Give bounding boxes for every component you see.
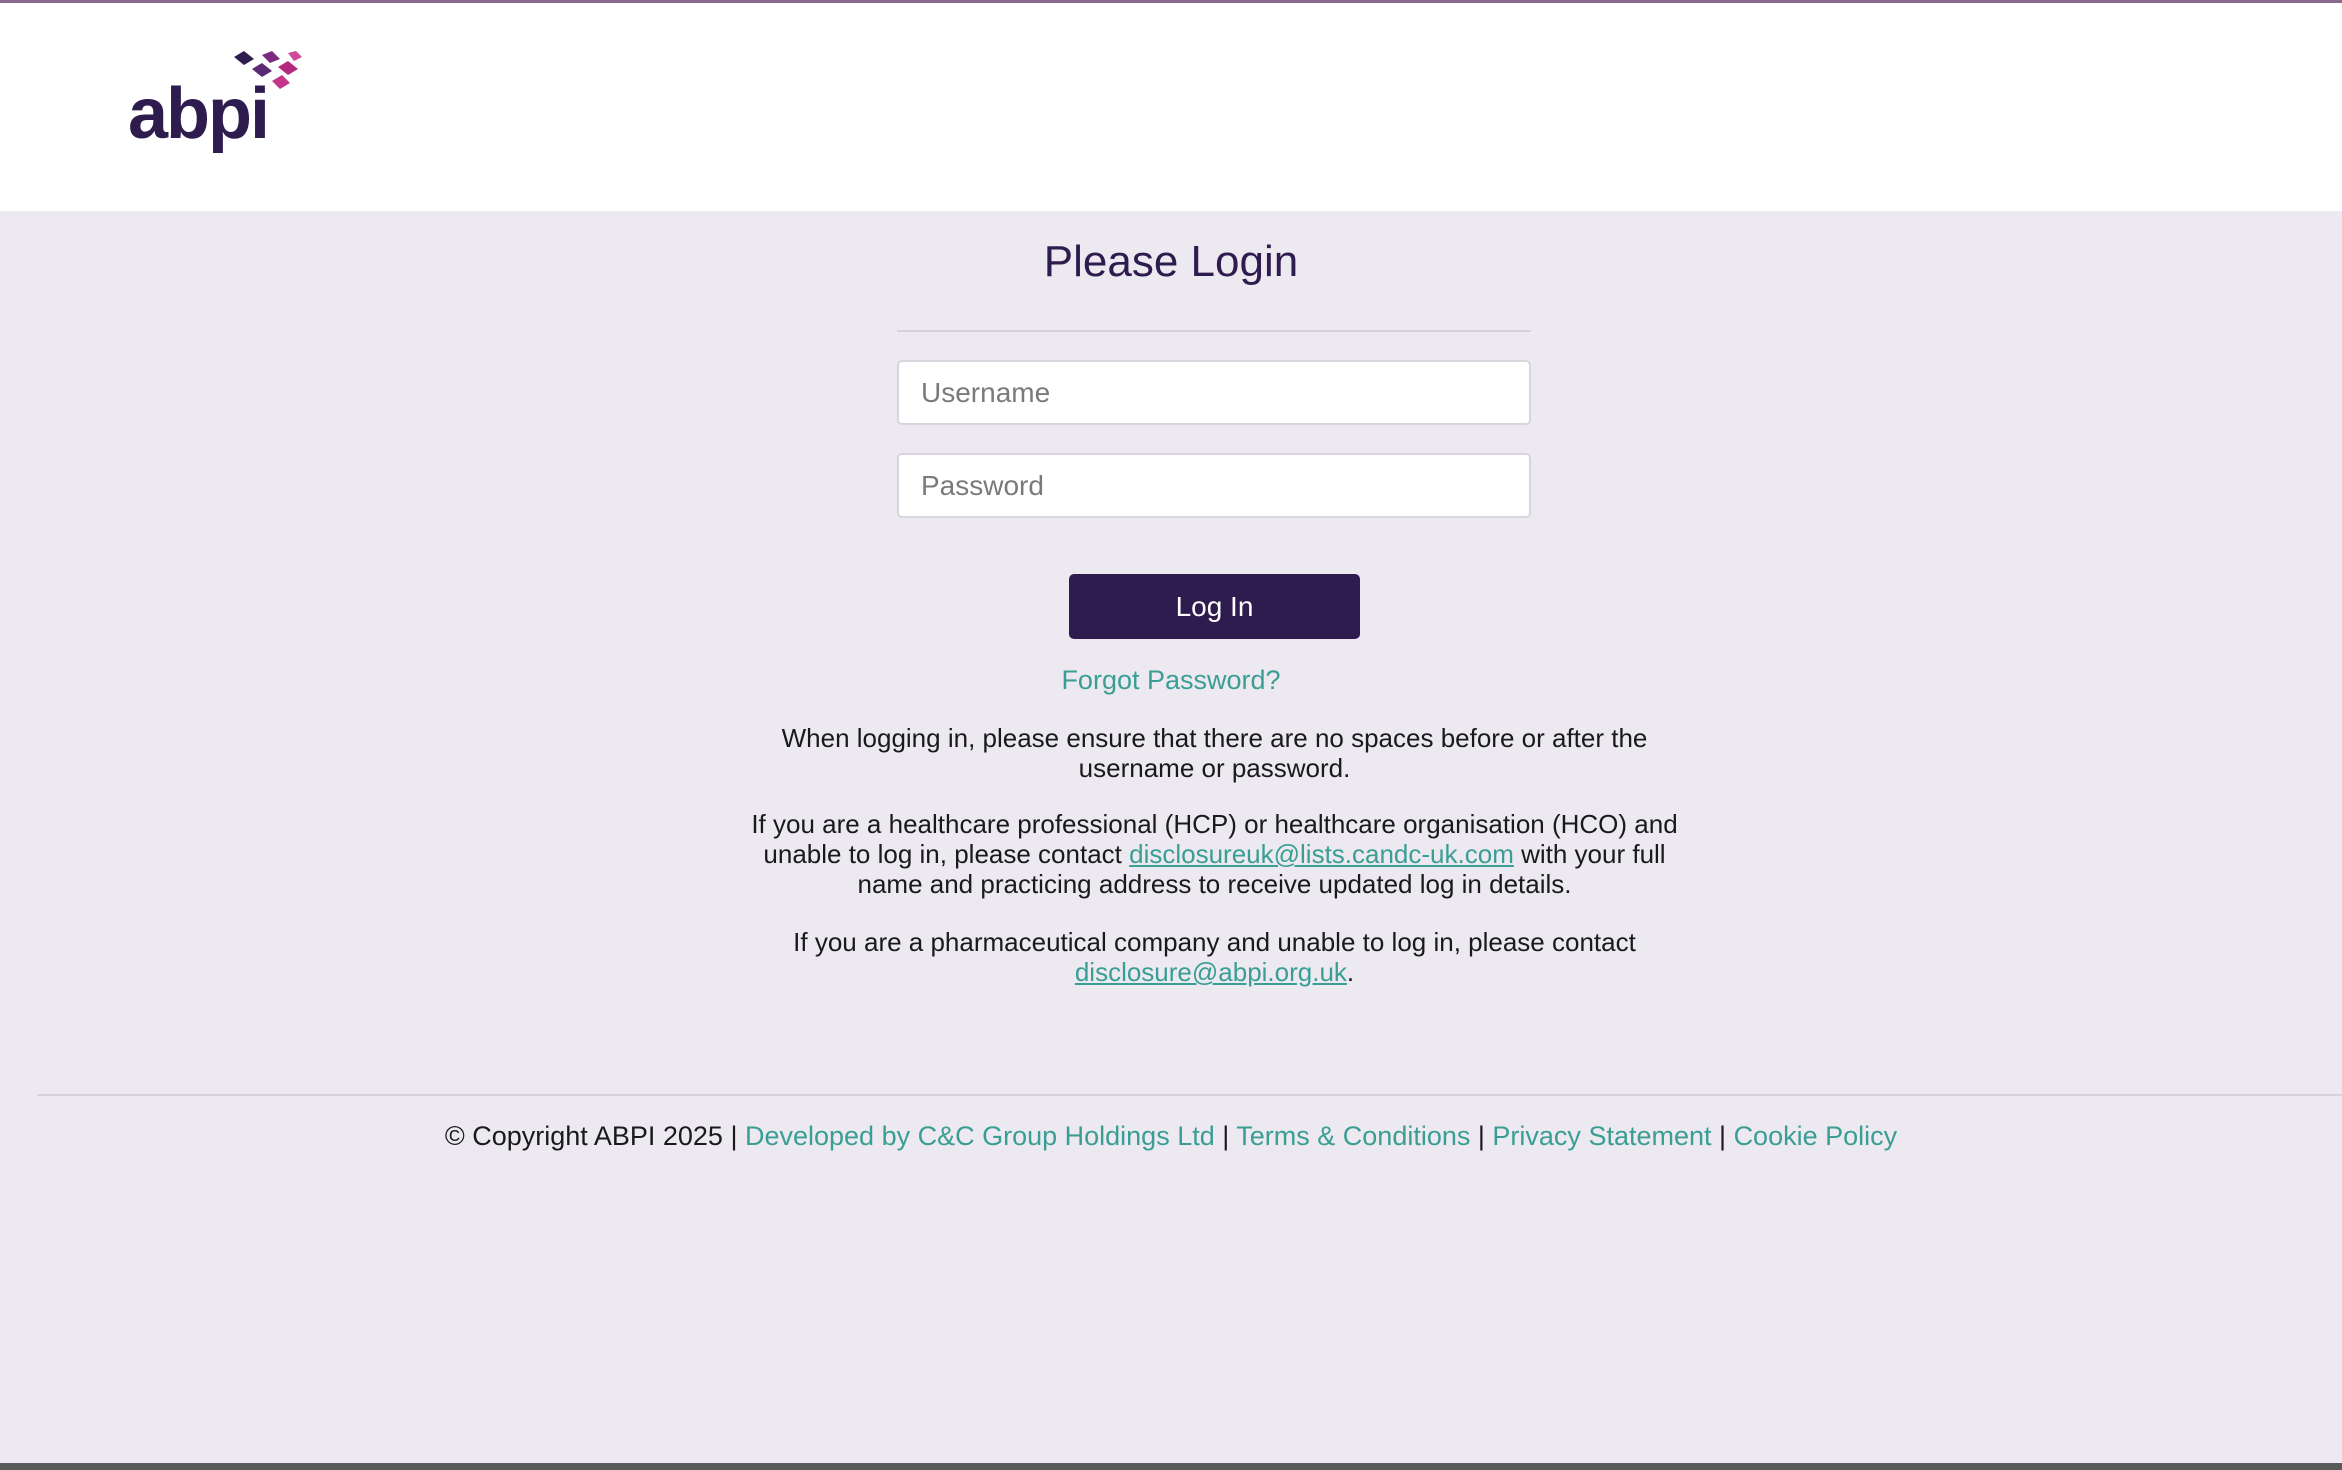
forgot-password-link[interactable]: Forgot Password? xyxy=(0,665,2342,696)
footer-separator: | xyxy=(730,1121,738,1151)
footer-separator: | xyxy=(1222,1121,1230,1151)
privacy-link[interactable]: Privacy Statement xyxy=(1492,1121,1711,1151)
login-page: Please Login Log In Forgot Password? Whe… xyxy=(0,211,2342,1463)
pharma-help-prefix: If you are a pharmaceutical company and … xyxy=(793,927,1636,957)
password-input[interactable] xyxy=(897,453,1531,518)
pharma-email-link[interactable]: disclosure@abpi.org.uk xyxy=(1075,957,1347,987)
pharma-help-text: If you are a pharmaceutical company and … xyxy=(740,927,1689,987)
header: abpi xyxy=(0,3,2342,211)
logo-mark-icon xyxy=(234,51,302,89)
abpi-logo: abpi xyxy=(128,51,303,156)
footer-divider xyxy=(37,1094,2342,1096)
footer: © Copyright ABPI 2025 | Developed by C&C… xyxy=(0,1121,2342,1152)
pharma-help-suffix: . xyxy=(1346,957,1355,987)
hcp-help-text: If you are a healthcare professional (HC… xyxy=(740,809,1689,899)
username-input[interactable] xyxy=(897,360,1531,425)
spaces-note: When logging in, please ensure that ther… xyxy=(781,723,1648,783)
terms-link[interactable]: Terms & Conditions xyxy=(1236,1121,1470,1151)
footer-separator: | xyxy=(1719,1121,1727,1151)
page-title: Please Login xyxy=(1043,237,1299,286)
login-button[interactable]: Log In xyxy=(1069,574,1360,639)
copyright-text: © Copyright ABPI 2025 xyxy=(444,1121,723,1151)
developer-link[interactable]: Developed by C&C Group Holdings Ltd xyxy=(745,1121,1215,1151)
footer-separator: | xyxy=(1477,1121,1485,1151)
cookie-policy-link[interactable]: Cookie Policy xyxy=(1734,1121,1898,1151)
window-bottom-border xyxy=(0,1463,2342,1470)
title-divider xyxy=(897,330,1531,332)
hcp-email-link[interactable]: disclosureuk@lists.candc-uk.com xyxy=(1129,839,1514,869)
